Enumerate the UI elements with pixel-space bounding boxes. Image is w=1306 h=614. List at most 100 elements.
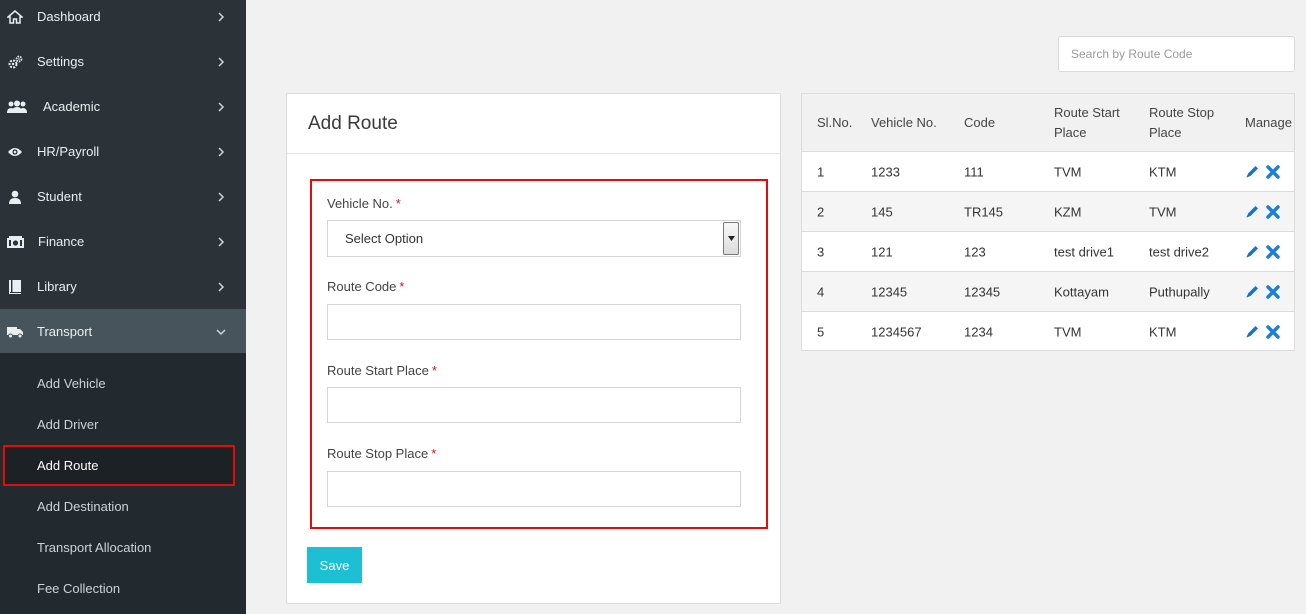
cell-route-stop: Puthupally — [1149, 284, 1210, 299]
edit-icon[interactable] — [1244, 244, 1260, 260]
cell-vehicle-no: 12345 — [871, 284, 908, 299]
column-header-code: Code — [964, 115, 996, 130]
delete-icon[interactable] — [1265, 164, 1281, 180]
column-header-vehicle-no: Vehicle No. — [871, 115, 937, 130]
table-header: Sl.No. Vehicle No. Code Route Start Plac… — [802, 94, 1294, 152]
sidebar-item-transport[interactable]: Transport — [0, 309, 246, 354]
chevron-down-icon — [216, 328, 226, 335]
search-input[interactable] — [1058, 36, 1295, 72]
delete-icon[interactable] — [1265, 204, 1281, 220]
required-mark: * — [395, 196, 401, 211]
cell-code: 1234 — [964, 324, 993, 340]
cell-slno: 1 — [817, 164, 825, 179]
column-header-route-start: Route Start Place — [1054, 105, 1120, 140]
delete-icon[interactable] — [1265, 284, 1281, 300]
sidebar-item-label: Dashboard — [37, 9, 101, 24]
submenu-item-fee-collection[interactable]: Fee Collection — [0, 568, 246, 609]
route-stop-place-label: Route Stop Place * — [327, 446, 436, 461]
cell-route-start: TVM — [1054, 324, 1082, 340]
book-icon — [6, 278, 24, 296]
cell-route-stop: KTM — [1149, 164, 1177, 179]
chevron-right-icon — [218, 236, 225, 247]
cell-route-start: Kottayam — [1054, 284, 1109, 299]
sidebar-item-student[interactable]: Student — [0, 174, 246, 219]
submenu-item-transport-allocation[interactable]: Transport Allocation — [0, 527, 246, 568]
save-button[interactable]: Save — [307, 547, 362, 583]
eye-icon — [6, 143, 24, 161]
table-row: 5 1234567 1234 TVM KTM — [802, 312, 1294, 352]
select-arrow-icon[interactable] — [723, 222, 739, 255]
edit-icon[interactable] — [1244, 204, 1260, 220]
cell-code: 12345 — [964, 284, 1001, 299]
route-stop-place-label-text: Route Stop Place — [327, 446, 429, 461]
sidebar-item-library[interactable]: Library — [0, 264, 246, 309]
edit-icon[interactable] — [1244, 284, 1260, 300]
sidebar-item-settings[interactable]: Settings — [0, 39, 246, 84]
table-row: 4 12345 12345 Kottayam Puthupally — [802, 272, 1294, 312]
route-code-label: Route Code * — [327, 279, 404, 294]
submenu-item-add-vehicle[interactable]: Add Vehicle — [0, 363, 246, 404]
required-mark: * — [431, 446, 437, 461]
sidebar-item-label: Finance — [38, 234, 85, 249]
cell-route-start: test drive1 — [1054, 244, 1114, 259]
cell-slno: 5 — [817, 324, 825, 340]
cell-route-start: KZM — [1054, 204, 1082, 219]
route-start-place-input[interactable] — [327, 387, 741, 423]
delete-icon[interactable] — [1265, 244, 1281, 260]
card-divider — [287, 153, 780, 154]
sidebar-item-label: Library — [37, 279, 77, 294]
submenu-item-add-route[interactable]: Add Route — [3, 445, 235, 486]
transport-submenu: Add Vehicle Add Driver Add Route Add Des… — [0, 353, 246, 614]
cell-vehicle-no: 1233 — [871, 164, 900, 179]
edit-icon[interactable] — [1244, 324, 1260, 340]
users-icon — [5, 98, 29, 116]
table-row: 2 145 TR145 KZM TVM — [802, 192, 1294, 232]
chevron-right-icon — [218, 191, 225, 202]
edit-icon[interactable] — [1244, 164, 1260, 180]
column-header-slno: Sl.No. — [817, 115, 853, 130]
sidebar-item-academic[interactable]: Academic — [0, 84, 246, 129]
delete-icon[interactable] — [1265, 324, 1281, 340]
cell-route-stop: test drive2 — [1149, 244, 1209, 259]
cell-code: 111 — [964, 164, 984, 179]
sidebar-item-dashboard[interactable]: Dashboard — [0, 0, 246, 39]
cell-slno: 2 — [817, 204, 825, 219]
gears-icon — [6, 53, 24, 71]
chevron-right-icon — [218, 281, 225, 292]
table-row: 3 121 123 test drive1 test drive2 — [802, 232, 1294, 272]
vehicle-no-select[interactable]: Select Option — [327, 220, 741, 257]
add-route-card: Add Route Vehicle No. * Select Option Rou… — [286, 93, 781, 604]
cell-slno: 3 — [817, 244, 825, 259]
vehicle-no-label: Vehicle No. * — [327, 196, 401, 211]
sidebar-item-label: Transport — [37, 324, 93, 339]
chevron-right-icon — [218, 11, 225, 22]
submenu-item-add-driver[interactable]: Add Driver — [0, 404, 246, 445]
money-icon — [5, 233, 25, 251]
route-stop-place-input[interactable] — [327, 471, 741, 507]
route-code-label-text: Route Code — [327, 279, 397, 294]
chevron-right-icon — [218, 56, 225, 67]
cell-route-stop: KTM — [1149, 324, 1177, 340]
route-start-place-label: Route Start Place * — [327, 363, 437, 378]
submenu-item-add-destination[interactable]: Add Destination — [0, 486, 246, 527]
vehicle-no-label-text: Vehicle No. — [327, 196, 393, 211]
cell-route-stop: TVM — [1149, 204, 1177, 219]
table-row: 1 1233 111 TVM KTM — [802, 152, 1294, 192]
chevron-right-icon — [218, 146, 225, 157]
column-header-route-stop: Route Stop Place — [1149, 105, 1215, 140]
sidebar-item-label: Student — [37, 189, 82, 204]
sidebar: Dashboard Settings Academic HR/Payroll S… — [0, 0, 246, 614]
card-title: Add Route — [308, 113, 398, 134]
route-code-input[interactable] — [327, 304, 741, 340]
cell-code: 123 — [964, 244, 986, 259]
cell-vehicle-no: 121 — [871, 244, 893, 259]
cell-code: TR145 — [964, 204, 1004, 219]
cell-route-start: TVM — [1054, 164, 1082, 179]
routes-table: Sl.No. Vehicle No. Code Route Start Plac… — [801, 93, 1295, 351]
sidebar-item-hr-payroll[interactable]: HR/Payroll — [0, 129, 246, 174]
cell-vehicle-no: 145 — [871, 204, 893, 219]
sidebar-item-finance[interactable]: Finance — [0, 219, 246, 264]
required-mark: * — [399, 279, 405, 294]
sidebar-item-label: Settings — [37, 54, 84, 69]
sidebar-item-label: HR/Payroll — [37, 144, 100, 159]
